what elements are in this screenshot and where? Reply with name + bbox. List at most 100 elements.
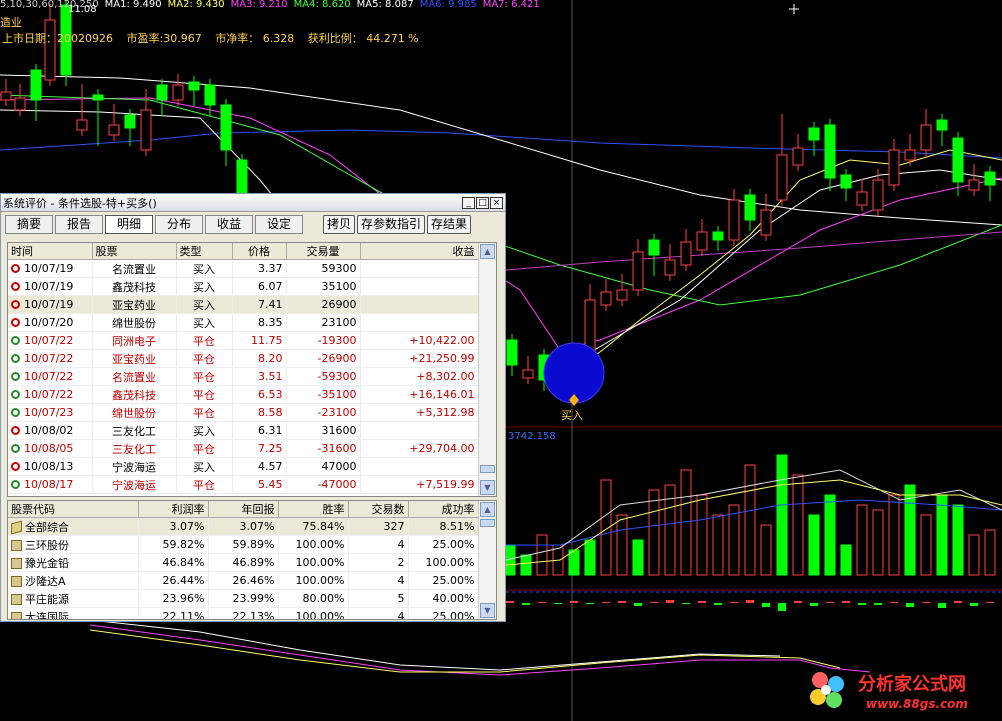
cell-name: 沙隆达A bbox=[25, 574, 66, 588]
summary-row[interactable]: 沙隆达A 26.44% 26.46% 100.00% 4 25.00% bbox=[8, 571, 479, 590]
scroll-down-icon[interactable]: ▼ bbox=[480, 603, 495, 618]
cell-success: 25.00% bbox=[432, 538, 475, 551]
summary-row[interactable]: 三环股份 59.82% 59.89% 100.00% 4 25.00% bbox=[8, 535, 479, 554]
cell-type: 买入 bbox=[193, 460, 215, 474]
ma-legend-item: MA1: 9.490 bbox=[104, 0, 162, 10]
window-toolbar: 摘要 报告 明细 分布 收益 设定 拷贝 存参数指引 存结果 bbox=[1, 212, 505, 236]
table-row[interactable]: 10/07/22 同洲电子 平仓 11.75 -19300 +10,422.00 bbox=[8, 331, 479, 350]
tab-summary[interactable]: 摘要 bbox=[5, 214, 53, 234]
summary-row[interactable]: 全部综合 3.07% 3.07% 75.84% 327 8.51% bbox=[8, 517, 479, 536]
cell-type: 平仓 bbox=[193, 478, 215, 492]
maximize-icon[interactable]: □ bbox=[476, 196, 489, 209]
cell-profit: +21,250.99 bbox=[409, 352, 475, 365]
buy-signal-icon bbox=[11, 264, 20, 273]
macd-bar bbox=[650, 602, 658, 603]
system-evaluation-window[interactable]: 系统评价 - 条件选股-特+买多() _ □ × 摘要 报告 明细 分布 收益 … bbox=[0, 193, 506, 622]
column-header[interactable]: 胜率 bbox=[278, 501, 349, 518]
table-row[interactable]: 10/07/19 亚宝药业 买入 7.41 26900 bbox=[8, 295, 479, 314]
cell-stock: 绵世股份 bbox=[112, 406, 156, 420]
scroll-up-icon[interactable]: ▲ bbox=[480, 502, 495, 517]
trades-table[interactable]: 时间 股票 类型 价格 交易量 收益 10/07/19 名流置业 买入 3.37 59300 10/… bbox=[7, 242, 497, 497]
table-row[interactable]: 10/07/19 名流置业 买入 3.37 59300 bbox=[8, 259, 479, 278]
stock-icon bbox=[11, 611, 22, 619]
close-icon[interactable]: × bbox=[490, 196, 503, 209]
candle-body bbox=[14, 97, 26, 111]
window-titlebar[interactable]: 系统评价 - 条件选股-特+买多() _ □ × bbox=[1, 194, 505, 212]
summary-row[interactable]: 豫光金铅 46.84% 46.89% 100.00% 2 100.00% bbox=[8, 553, 479, 572]
table-row[interactable]: 10/08/02 三友化工 买入 6.31 31600 bbox=[8, 421, 479, 440]
scroll-down-icon[interactable]: ▼ bbox=[480, 480, 495, 495]
column-header[interactable]: 价格 bbox=[232, 243, 287, 260]
buy-signal-icon bbox=[11, 426, 20, 435]
save-params-button[interactable]: 存参数指引 bbox=[357, 214, 426, 234]
column-header[interactable]: 时间 bbox=[8, 243, 93, 260]
table-row[interactable]: 10/07/19 鑫茂科技 买入 6.07 35100 bbox=[8, 277, 479, 296]
column-header[interactable]: 成功率 bbox=[408, 501, 479, 518]
cell-price: 8.20 bbox=[258, 352, 283, 365]
column-header[interactable]: 收益 bbox=[360, 243, 479, 260]
minimize-icon[interactable]: _ bbox=[462, 196, 475, 209]
cell-volume: -35100 bbox=[317, 388, 357, 401]
cell-profit-rate: 22.11% bbox=[162, 610, 205, 620]
save-results-button[interactable]: 存结果 bbox=[427, 214, 472, 234]
cell-win: 80.00% bbox=[302, 592, 345, 605]
macd-bar bbox=[682, 603, 690, 604]
close-position-icon bbox=[11, 354, 20, 363]
tab-earnings[interactable]: 收益 bbox=[205, 214, 253, 234]
cell-time: 10/07/22 bbox=[24, 334, 74, 347]
candle-body bbox=[600, 291, 612, 306]
cell-profit-rate: 59.82% bbox=[162, 538, 205, 551]
table-row[interactable]: 10/07/22 名流置业 平仓 3.51 -59300 +8,302.00 bbox=[8, 367, 479, 386]
candle-body bbox=[0, 91, 12, 101]
cell-trades: 4 bbox=[397, 538, 405, 551]
tab-detail[interactable]: 明细 bbox=[105, 214, 153, 234]
candle-body bbox=[744, 194, 756, 221]
column-header[interactable]: 年回报 bbox=[208, 501, 279, 518]
candle-body bbox=[616, 289, 628, 301]
scroll-thumb[interactable] bbox=[480, 465, 495, 473]
scroll-up-icon[interactable]: ▲ bbox=[480, 244, 495, 259]
trades-scrollbar[interactable]: ▲ ▼ bbox=[478, 243, 496, 496]
stock-title: 造业 bbox=[0, 16, 22, 29]
candle-body bbox=[108, 124, 120, 136]
cell-stock: 亚宝药业 bbox=[112, 298, 156, 312]
column-header[interactable]: 交易量 bbox=[286, 243, 361, 260]
table-row[interactable]: 10/08/05 三友化工 平仓 7.25 -31600 +29,704.00 bbox=[8, 439, 479, 458]
table-row[interactable]: 10/07/20 绵世股份 买入 8.35 23100 bbox=[8, 313, 479, 332]
cell-time: 10/08/13 bbox=[24, 460, 74, 473]
cell-time: 10/07/19 bbox=[24, 262, 74, 275]
column-header[interactable]: 利润率 bbox=[138, 501, 209, 518]
table-row[interactable]: 10/08/17 宁波海运 平仓 5.45 -47000 +7,519.99 bbox=[8, 475, 479, 494]
column-header[interactable]: 股票代码 bbox=[8, 501, 139, 518]
candle-body bbox=[968, 179, 980, 191]
macd-bar bbox=[618, 601, 626, 603]
column-header[interactable]: 股票 bbox=[92, 243, 177, 260]
volume-bar bbox=[616, 514, 628, 576]
cell-win: 100.00% bbox=[295, 538, 345, 551]
macd-bar bbox=[570, 601, 578, 603]
profit-ratio: 获利比例： 44.271 % bbox=[307, 32, 419, 45]
scroll-thumb[interactable] bbox=[480, 519, 495, 527]
macd-bar bbox=[794, 601, 802, 603]
table-row[interactable]: 10/07/23 绵世股份 平仓 8.58 -23100 +5,312.98 bbox=[8, 403, 479, 422]
column-header[interactable]: 交易数 bbox=[348, 501, 409, 518]
summary-table[interactable]: 股票代码 利润率 年回报 胜率 交易数 成功率 全部综合 3.07% 3.07% 75.84% 3… bbox=[7, 500, 497, 620]
summary-row[interactable]: 平庄能源 23.96% 23.99% 80.00% 5 40.00% bbox=[8, 589, 479, 608]
column-header[interactable]: 类型 bbox=[176, 243, 233, 260]
table-row[interactable]: 10/07/22 亚宝药业 平仓 8.20 -26900 +21,250.99 bbox=[8, 349, 479, 368]
copy-button[interactable]: 拷贝 bbox=[323, 214, 356, 234]
summary-scrollbar[interactable]: ▲ ▼ bbox=[478, 501, 496, 619]
cell-profit: +7,519.99 bbox=[416, 478, 475, 491]
tab-report[interactable]: 报告 bbox=[55, 214, 103, 234]
volume-bar bbox=[712, 514, 724, 576]
table-row[interactable]: 10/07/22 鑫茂科技 平仓 6.53 -35100 +16,146.01 bbox=[8, 385, 479, 404]
tab-settings[interactable]: 设定 bbox=[255, 214, 303, 234]
candle-body bbox=[124, 114, 136, 129]
indicator-value: 3742.158 bbox=[508, 431, 556, 442]
table-row[interactable]: 10/08/13 宁波海运 买入 4.57 47000 bbox=[8, 457, 479, 476]
cell-price: 4.57 bbox=[258, 460, 283, 473]
macd-bar bbox=[586, 603, 594, 604]
tab-distribution[interactable]: 分布 bbox=[155, 214, 203, 234]
summary-row[interactable]: 大连国际 22.11% 22.13% 100.00% 4 25.00% bbox=[8, 607, 479, 620]
candle-body bbox=[696, 231, 708, 251]
